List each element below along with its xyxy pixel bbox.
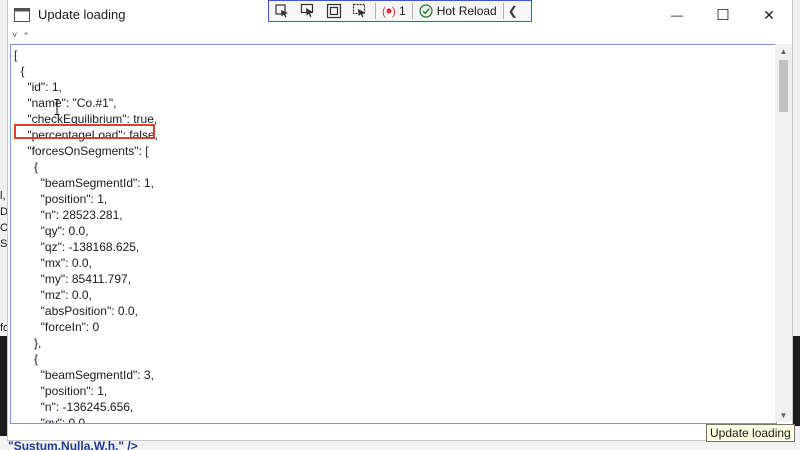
chevron-left-icon: ❮	[507, 4, 518, 18]
background-panel	[0, 336, 8, 436]
scroll-up-icon[interactable]: ▲	[775, 44, 792, 58]
track-focus-button[interactable]	[347, 1, 373, 21]
window-title: Update loading	[38, 7, 126, 22]
json-content[interactable]: [ { "id": 1, "name": "Co.#1", "checkEqui…	[14, 47, 158, 423]
json-textbox[interactable]: [ { "id": 1, "name": "Co.#1", "checkEqui…	[10, 44, 777, 424]
minimize-button[interactable]: —	[654, 0, 700, 30]
text-cursor-icon	[54, 99, 60, 115]
background-text: D	[0, 206, 8, 218]
pointer-button[interactable]	[295, 1, 321, 21]
vertical-scrollbar[interactable]: ▲ ▼	[775, 44, 792, 422]
background-panel	[792, 336, 800, 426]
xaml-debug-toolbar: ( ) 1 Hot Reload ❮	[268, 0, 532, 22]
background-text: O	[0, 222, 8, 234]
select-element-icon	[275, 4, 288, 18]
error-icon: ( )	[382, 6, 396, 18]
window-icon	[14, 8, 30, 22]
hot-reload-button[interactable]: Hot Reload	[415, 4, 501, 18]
scrollbar-thumb[interactable]	[779, 60, 788, 112]
collapse-toolbar-button[interactable]: ❮	[506, 4, 520, 18]
background-text: Se	[0, 238, 8, 250]
toolbar-separator	[502, 3, 504, 19]
svg-text:(: (	[382, 6, 386, 18]
error-count: 1	[399, 4, 406, 18]
minimize-icon: —	[671, 8, 683, 22]
toolbar-separator	[375, 3, 376, 19]
update-loading-window: Update loading — ☐ ✕ () 1 Hot Reload ❮ …	[8, 0, 792, 440]
background-text: "Sustum.Nulla.W.h." />	[8, 440, 138, 450]
pointer-icon	[300, 3, 314, 17]
toolbar-separator	[411, 3, 413, 19]
track-focus-icon	[352, 3, 366, 18]
close-icon: ✕	[763, 6, 775, 23]
background-text: l,	[0, 190, 6, 202]
display-layout-button[interactable]	[321, 1, 347, 21]
select-element-button[interactable]	[269, 1, 295, 21]
background-app-bottom: "Sustum.Nulla.W.h." />	[0, 440, 800, 450]
maximize-icon: ☐	[716, 7, 730, 24]
display-layout-icon	[326, 3, 342, 19]
highlight-box	[14, 124, 155, 139]
background-text: fo	[0, 322, 8, 334]
check-circle-icon	[419, 4, 433, 18]
maximize-button[interactable]: ☐	[700, 0, 746, 30]
close-button[interactable]: ✕	[746, 0, 792, 30]
hot-reload-label: Hot Reload	[436, 4, 497, 18]
scroll-down-icon[interactable]: ▼	[775, 408, 792, 422]
menu-toggle[interactable]: ˅ ⁼	[12, 30, 31, 41]
tooltip: Update loading	[706, 424, 795, 442]
svg-text:): )	[392, 6, 396, 18]
binding-errors-button[interactable]: ( ) 1	[378, 4, 410, 18]
